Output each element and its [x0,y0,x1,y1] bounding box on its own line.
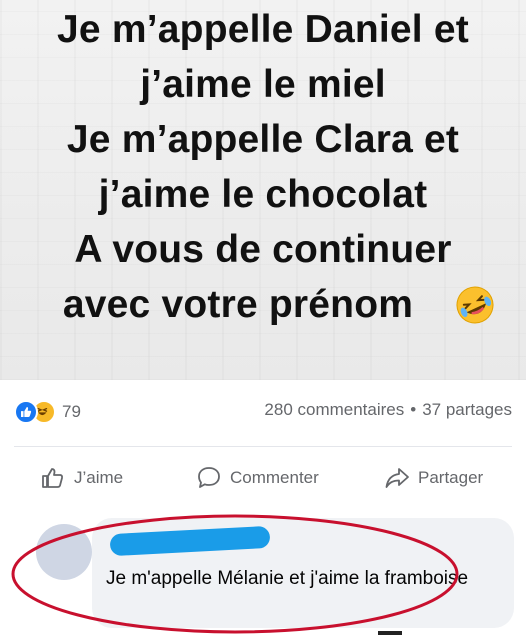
like-button[interactable]: J’aime [40,458,123,498]
thumbs-up-icon [42,468,63,488]
comment-button-label: Commenter [230,468,319,487]
comment-bubble: Je m'appelle Mélanie et j'aime la frambo… [92,518,514,628]
image-artifact [378,631,402,635]
comment-button[interactable]: Commenter [196,458,319,498]
like-button-label: J’aime [74,468,124,487]
meme-text-line-5: A vous de continuer [74,228,452,271]
reaction-count: 79 [62,402,81,421]
meme-text-line-2: j’aime le miel [140,63,386,106]
comments-count-link[interactable]: 280 commentaires [264,400,404,420]
like-icon [14,400,38,424]
meme-text-line-4: j’aime le chocolat [98,173,428,216]
share-button[interactable]: Partager [384,458,483,498]
share-button-label: Partager [418,468,484,487]
reactions-summary[interactable]: 79 [14,398,81,426]
share-arrow-icon [385,468,409,488]
divider [14,446,512,447]
meme-text-line-1: Je m’appelle Daniel et [57,8,469,51]
avatar[interactable] [36,524,92,580]
comment-text: Je m'appelle Mélanie et j'aime la frambo… [106,568,469,589]
redacted-commenter-name [109,525,271,557]
comment: Je m'appelle Mélanie et j'aime la frambo… [0,510,526,636]
action-bar: J’aime Commenter Partager [0,458,526,498]
meme-text-line-3: Je m’appelle Clara et [66,118,460,161]
post-image[interactable]: Je m’appelle Daniel et j’aime le miel Je… [0,0,526,380]
stats-separator: • [410,400,417,419]
rolling-on-floor-laughing-emoji-icon [456,286,494,324]
meme-text-line-6: avec votre prénom [62,283,414,326]
speech-bubble-icon [198,467,220,488]
post-stats: 280 commentaires • 37 partages [264,400,512,420]
shares-count-link[interactable]: 37 partages [422,400,512,420]
